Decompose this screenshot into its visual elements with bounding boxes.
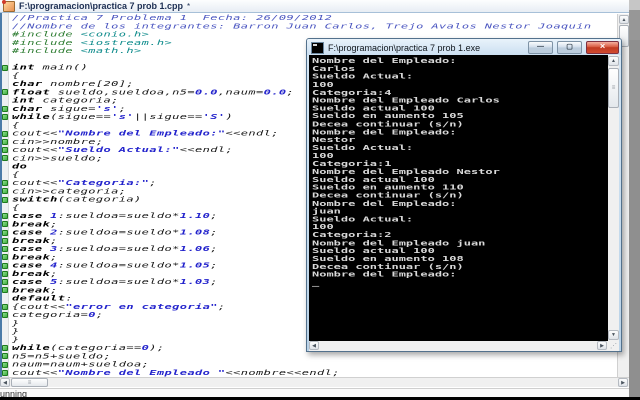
line-marker-icon: [2, 138, 8, 145]
scroll-right-icon[interactable]: ▶: [597, 341, 607, 350]
console-window[interactable]: F:\programacion\practica 7 prob 1.exe — …: [306, 38, 622, 352]
line-marker-icon: [2, 270, 8, 277]
line-marker-icon: [2, 188, 8, 195]
code-line: n5=n5+sueldo;: [12, 352, 112, 360]
line-marker-icon: [2, 147, 8, 153]
console-vertical-scrollbar[interactable]: ▲ ≡ ▼: [608, 55, 619, 341]
line-marker-icon: [2, 213, 8, 219]
right-edge-strip: [629, 0, 640, 397]
line-marker-icon: [2, 312, 8, 318]
maximize-button[interactable]: ▢: [557, 41, 582, 54]
line-marker-icon: [2, 114, 8, 120]
resize-grip[interactable]: ⋰: [608, 341, 619, 351]
file-icon: [2, 0, 15, 12]
code-line: cout<<"Nombre del Empleado "<<nombre<<en…: [12, 368, 340, 377]
gutter-markers: [0, 13, 10, 377]
line-marker-icon: [2, 155, 8, 162]
line-marker-icon: [2, 303, 8, 310]
close-icon: ✕: [599, 43, 606, 51]
line-marker-icon: [2, 345, 8, 351]
line-marker-icon: [2, 262, 8, 269]
thumb-grip-icon: ≡: [27, 379, 32, 386]
line-marker-icon: [2, 89, 8, 96]
line-marker-icon: [2, 180, 8, 186]
console-title: F:\programacion\practica 7 prob 1.exe: [328, 42, 481, 53]
scroll-down-icon[interactable]: ▼: [608, 330, 619, 340]
line-marker-icon: [2, 361, 8, 368]
console-titlebar[interactable]: F:\programacion\practica 7 prob 1.exe — …: [307, 39, 621, 55]
scroll-up-icon[interactable]: ▲: [619, 15, 629, 24]
line-marker-icon: [2, 130, 8, 137]
scroll-left-icon[interactable]: ◀: [309, 341, 319, 350]
editor-hscroll-thumb[interactable]: ≡: [11, 378, 48, 387]
code-line: //Practica 7 Problema 1 Fecha: 26/09/201…: [12, 14, 333, 22]
modified-marker: *: [187, 1, 191, 11]
code-line: //Nombre de los integrantes: Barron Juan…: [12, 22, 592, 30]
line-marker-icon: [2, 221, 8, 228]
line-marker-icon: [2, 105, 8, 112]
minimize-icon: —: [537, 43, 544, 51]
console-lines: Nombre del Empleado: Carlos Sueldo Actual:…: [312, 57, 500, 287]
tab-file-name[interactable]: F:\programacion\practica 7 prob 1.cpp: [19, 1, 183, 11]
code-line: naum=naum+sueldoa;: [12, 360, 150, 369]
close-button[interactable]: ✕: [586, 41, 619, 54]
console-vscroll-thumb[interactable]: ≡: [608, 68, 619, 108]
scroll-up-icon[interactable]: ▲: [608, 56, 619, 66]
console-line: Nombre del Empleado:: [312, 270, 457, 279]
ide-window: F:\programacion\practica 7 prob 1.cpp * …: [0, 0, 640, 400]
line-marker-icon: [2, 369, 8, 376]
maximize-icon: ▢: [566, 43, 573, 51]
console-icon: [311, 41, 324, 54]
line-marker-icon: [2, 237, 8, 244]
thumb-grip-icon: ≡: [611, 85, 616, 91]
minimize-button[interactable]: —: [528, 41, 553, 54]
line-marker-icon: [2, 246, 8, 252]
console-line: _: [312, 278, 320, 287]
console-line: Sueldo Actual:: [312, 143, 414, 152]
line-marker-icon: [2, 287, 8, 294]
line-marker-icon: [2, 64, 8, 71]
console-line: Sueldo Actual:: [312, 214, 414, 224]
editor-horizontal-scrollbar[interactable]: ◀ ≡ ▶: [0, 377, 629, 387]
line-marker-icon: [2, 254, 8, 261]
line-marker-icon: [2, 196, 8, 203]
editor-tabbar: F:\programacion\practica 7 prob 1.cpp *: [0, 0, 629, 13]
console-horizontal-scrollbar[interactable]: ◀ ▶ ⋰: [309, 341, 619, 351]
scroll-left-icon[interactable]: ◀: [0, 378, 10, 387]
line-marker-icon: [2, 279, 8, 285]
line-marker-icon: [2, 229, 8, 236]
line-marker-icon: [2, 353, 8, 360]
console-line: Sueldo Actual:: [312, 72, 414, 81]
scroll-right-icon[interactable]: ▶: [618, 378, 628, 387]
console-output[interactable]: Nombre del Empleado: Carlos Sueldo Actual:…: [309, 55, 608, 341]
